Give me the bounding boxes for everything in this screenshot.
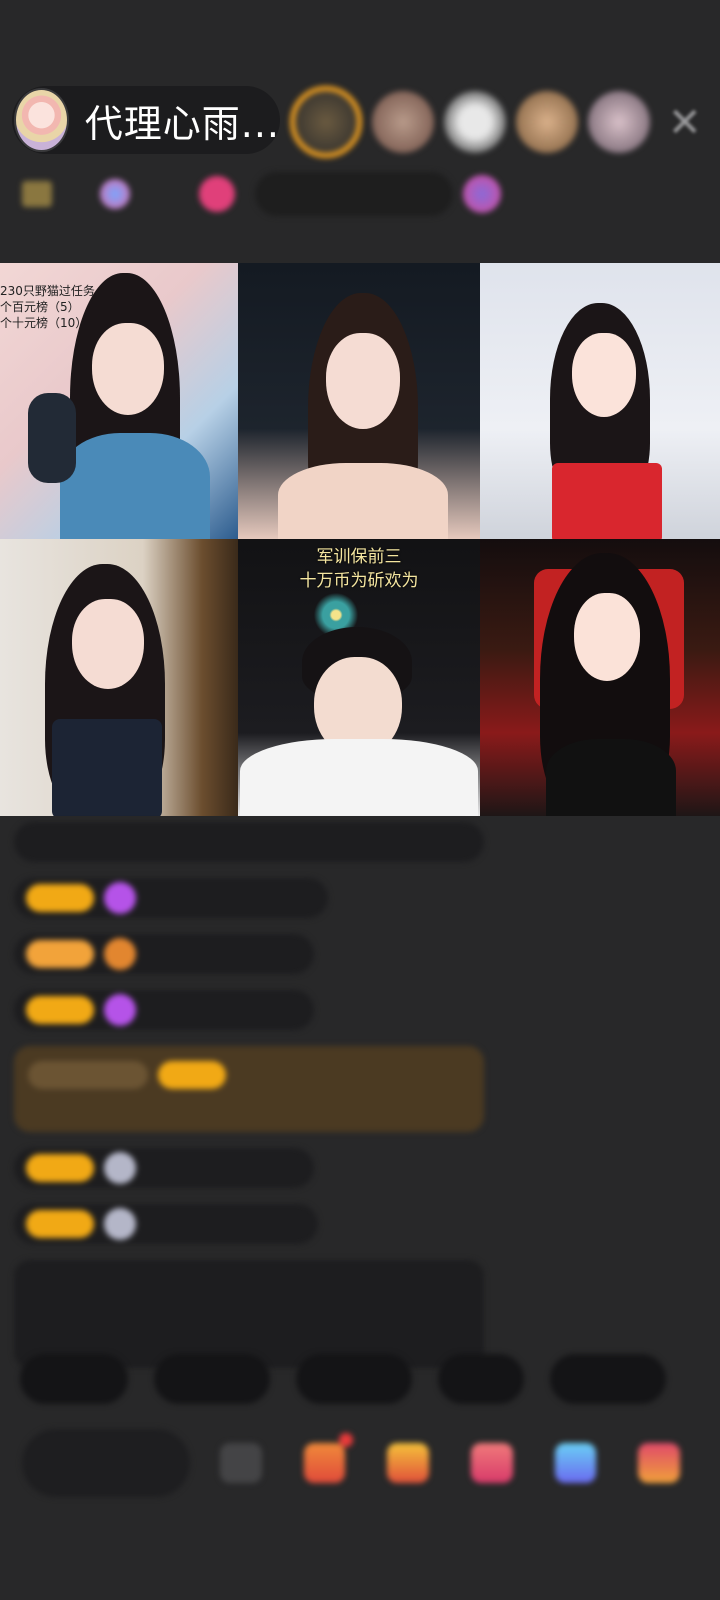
chat-input[interactable] <box>22 1429 190 1497</box>
chat-text <box>213 1159 294 1178</box>
chat-nickname[interactable] <box>148 945 209 964</box>
chat-message <box>14 822 484 862</box>
streamer-outfit <box>546 739 676 816</box>
caption-line: 十万币为斫欢为 <box>299 571 419 591</box>
gem-icon <box>104 994 136 1026</box>
streamer-outfit <box>60 433 210 539</box>
rank-pill[interactable] <box>255 172 453 216</box>
emoji-icon[interactable] <box>219 1443 262 1483</box>
level-badge <box>26 996 94 1024</box>
chat-text <box>223 945 294 964</box>
game-icon[interactable] <box>554 1443 597 1483</box>
quick-reply-chips <box>20 1354 692 1404</box>
close-icon[interactable]: ✕ <box>668 100 702 146</box>
paw-icon <box>104 1152 136 1184</box>
hot-badge-icon <box>22 181 52 207</box>
caption-line: 军训保前三 <box>316 547 402 567</box>
heart-gift-icon[interactable] <box>470 1443 513 1483</box>
video-tile-1[interactable]: 230只野猫过任务 个百元榜（5） 个十元榜（10） <box>0 263 238 539</box>
quick-chip[interactable] <box>296 1354 412 1404</box>
streamer-face <box>92 323 164 415</box>
video-grid: 230只野猫过任务 个百元榜（5） 个十元榜（10） 军训保前三 十万币为斫欢为 <box>0 263 720 816</box>
host-info-pill[interactable]: 代理心雨... <box>12 86 280 154</box>
video-tile-6[interactable] <box>480 539 720 816</box>
chat-message <box>14 990 315 1030</box>
chat-text <box>278 889 309 908</box>
vip-badge <box>28 1061 148 1089</box>
chat-nickname[interactable] <box>148 1001 189 1020</box>
overlay-line: 个百元榜（5） <box>0 300 80 314</box>
level-badge <box>26 940 94 968</box>
heart-icon <box>104 938 136 970</box>
streamer-face <box>72 599 144 689</box>
hot-value <box>60 185 80 204</box>
chat-text <box>268 1215 299 1234</box>
streamer-outfit <box>552 463 662 539</box>
chat-message <box>14 1148 315 1188</box>
room-info-row <box>22 172 501 216</box>
quick-chip[interactable] <box>438 1354 524 1404</box>
bottom-toolbar <box>22 1428 720 1498</box>
quick-chip[interactable] <box>20 1354 128 1404</box>
video-tile-5[interactable]: 军训保前三 十万币为斫欢为 <box>238 539 480 816</box>
chat-message <box>14 878 329 918</box>
video-tile-2[interactable] <box>238 263 480 539</box>
follow-icon[interactable] <box>199 176 236 212</box>
level-badge <box>158 1061 226 1089</box>
notification-dot <box>339 1433 354 1447</box>
streamer-shirt <box>240 739 478 816</box>
microphone <box>28 393 76 483</box>
viewer-avatar[interactable] <box>290 86 362 158</box>
chat-target <box>213 1215 254 1234</box>
viewer-avatar[interactable] <box>444 91 506 153</box>
gift-icon[interactable] <box>387 1443 429 1483</box>
tile-caption: 军训保前三 十万币为斫欢为 <box>238 545 480 593</box>
chat-text <box>291 1066 352 1085</box>
highlight-chat-message <box>14 1046 484 1132</box>
chat-nickname[interactable] <box>236 1066 277 1085</box>
gift-box-icon[interactable] <box>303 1433 354 1483</box>
paw-icon <box>104 1208 136 1240</box>
chat-target <box>203 889 264 908</box>
chat-text <box>26 833 87 852</box>
rank-text <box>271 184 336 204</box>
viewer-avatar[interactable] <box>588 91 650 153</box>
rank-text-2 <box>382 184 425 204</box>
viewer-avatar[interactable] <box>516 91 578 153</box>
host-avatar[interactable] <box>14 88 69 152</box>
top-viewers-list[interactable] <box>290 86 660 158</box>
gem-icon <box>104 882 136 914</box>
chat-message <box>14 934 315 974</box>
chat-message <box>14 1204 319 1244</box>
chat-nickname[interactable] <box>148 889 189 908</box>
chat-nickname[interactable] <box>148 1215 199 1234</box>
level-badge <box>26 1210 94 1238</box>
level-badge <box>26 1154 94 1182</box>
system-notice-line <box>28 1270 470 1300</box>
system-notice <box>14 1260 484 1368</box>
video-tile-3[interactable] <box>480 263 720 539</box>
chat-list[interactable] <box>14 822 484 1368</box>
streamer-face <box>326 333 400 429</box>
viewer-avatar[interactable] <box>372 91 434 153</box>
rank-sep <box>348 184 370 204</box>
streamer-face <box>574 593 640 681</box>
chat-text <box>203 1001 295 1020</box>
quick-chip[interactable] <box>550 1354 666 1404</box>
room-id-text <box>138 185 179 204</box>
streamer-outfit <box>52 719 162 816</box>
more-icon[interactable] <box>638 1443 681 1483</box>
streamer-face <box>572 333 636 417</box>
chat-nickname[interactable] <box>148 1159 199 1178</box>
quick-chip[interactable] <box>154 1354 270 1404</box>
host-name: 代理心雨... <box>84 101 280 146</box>
level-badge <box>26 884 94 912</box>
video-tile-4[interactable] <box>0 539 238 816</box>
system-notice-line <box>28 1300 470 1330</box>
overlay-line: 230只野猫过任务 <box>0 284 95 298</box>
activity-icon[interactable] <box>462 175 501 213</box>
globe-icon <box>100 179 131 209</box>
chat-text <box>28 1108 120 1127</box>
streamer-body <box>278 463 448 539</box>
